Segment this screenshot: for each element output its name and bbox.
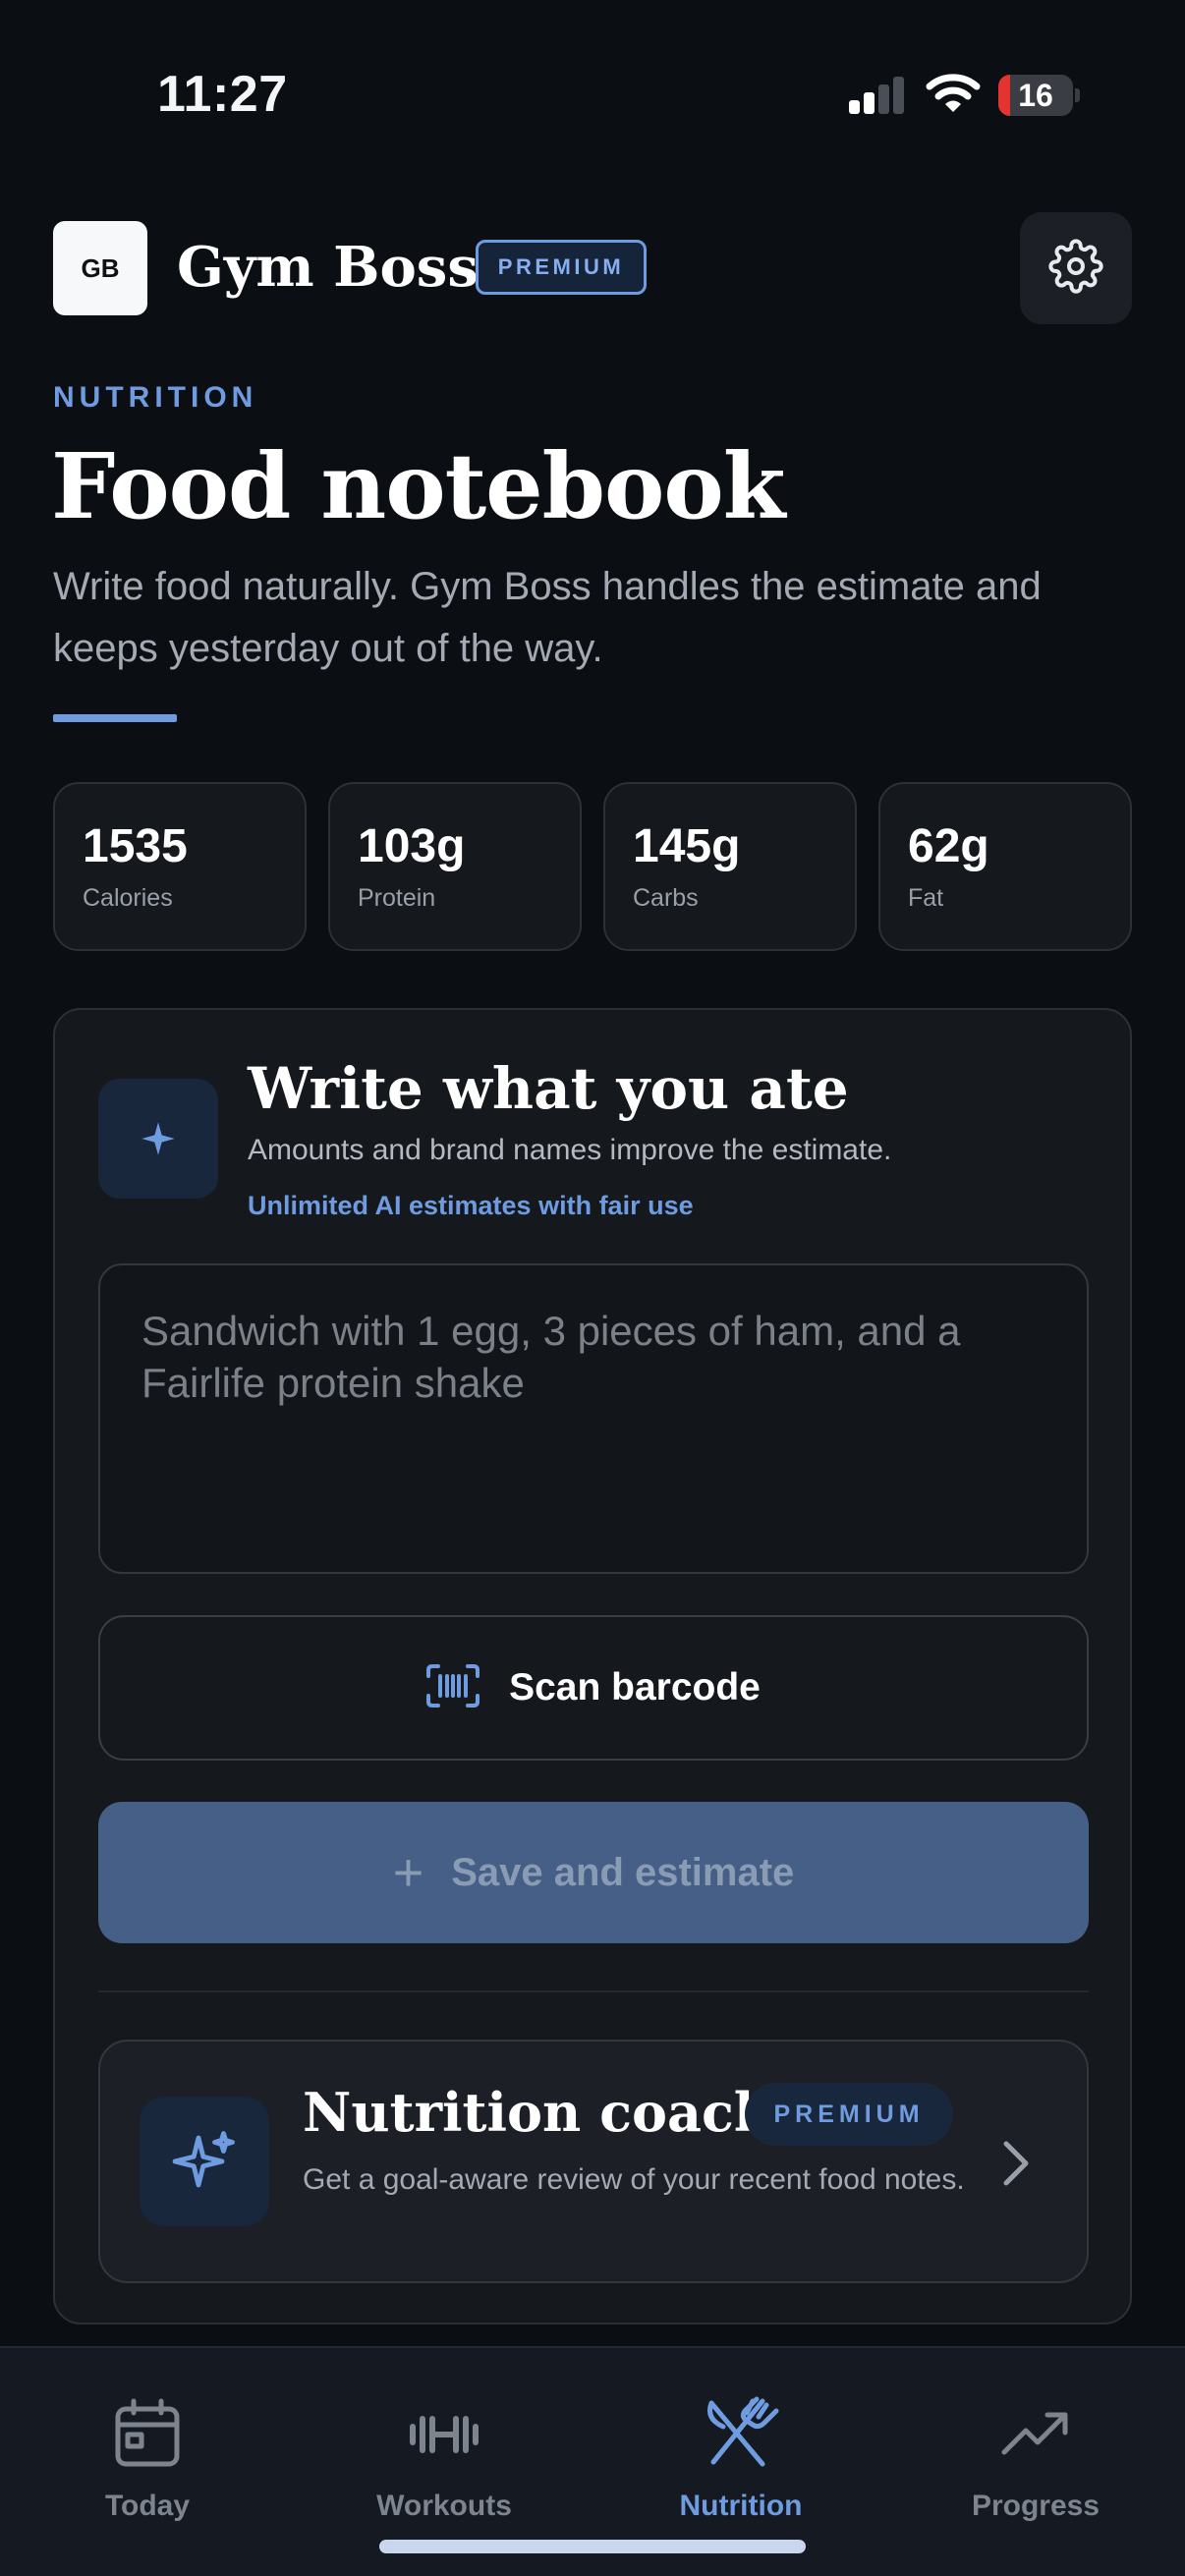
stat-label: Fat bbox=[908, 884, 944, 912]
stat-label: Calories bbox=[83, 884, 173, 912]
sparkles-icon bbox=[140, 2097, 269, 2226]
nutrition-coach-card[interactable]: Nutrition coach PREMIUM Get a goal-aware… bbox=[98, 2040, 1089, 2283]
save-and-estimate-label: Save and estimate bbox=[451, 1850, 795, 1894]
battery-icon: 16 bbox=[998, 75, 1080, 116]
scan-barcode-button[interactable]: Scan barcode bbox=[98, 1615, 1089, 1761]
nav-label: Progress bbox=[971, 2490, 1100, 2522]
food-entry-card: Write what you ate Amounts and brand nam… bbox=[53, 1008, 1132, 2324]
calendar-icon bbox=[108, 2395, 187, 2474]
nav-label: Workouts bbox=[376, 2490, 512, 2522]
stat-card-carbs: 145g Carbs bbox=[603, 782, 857, 951]
accent-divider bbox=[53, 714, 177, 722]
fork-knife-icon bbox=[702, 2395, 780, 2474]
battery-level: 16 bbox=[1018, 78, 1053, 113]
cellular-signal-icon bbox=[849, 77, 906, 114]
status-bar: 11:27 16 bbox=[0, 0, 1185, 192]
card-divider bbox=[98, 1990, 1089, 1992]
app-name: Gym Boss bbox=[177, 235, 479, 300]
home-indicator bbox=[379, 2540, 806, 2553]
chevron-right-icon bbox=[996, 2136, 1036, 2191]
stat-label: Protein bbox=[358, 884, 436, 912]
nav-label: Today bbox=[104, 2490, 191, 2522]
dumbbell-icon bbox=[405, 2395, 483, 2474]
nav-item-workouts[interactable]: Workouts bbox=[326, 2395, 562, 2543]
settings-button[interactable] bbox=[1020, 212, 1132, 324]
entry-description: Amounts and brand names improve the esti… bbox=[248, 1134, 892, 1166]
wifi-icon bbox=[926, 73, 981, 114]
premium-badge: PREMIUM bbox=[476, 240, 647, 295]
scan-barcode-label: Scan barcode bbox=[509, 1666, 761, 1708]
stat-card-protein: 103g Protein bbox=[328, 782, 582, 951]
coach-title: Nutrition coach bbox=[303, 2081, 773, 2144]
nav-item-today[interactable]: Today bbox=[29, 2395, 265, 2543]
stat-value: 62g bbox=[908, 820, 989, 872]
plus-icon: + bbox=[392, 1843, 424, 1902]
fair-use-note: Unlimited AI estimates with fair use bbox=[248, 1191, 694, 1220]
save-and-estimate-button[interactable]: + Save and estimate bbox=[98, 1802, 1089, 1943]
stat-value: 145g bbox=[633, 820, 741, 872]
section-eyebrow: NUTRITION bbox=[53, 381, 258, 414]
barcode-icon bbox=[426, 1663, 480, 1712]
page-title: Food notebook bbox=[51, 433, 785, 539]
status-time: 11:27 bbox=[157, 66, 288, 123]
gear-icon bbox=[1048, 238, 1103, 299]
sparkle-icon bbox=[98, 1079, 218, 1199]
food-entry-input[interactable] bbox=[98, 1263, 1089, 1574]
stat-value: 103g bbox=[358, 820, 466, 872]
stat-label: Carbs bbox=[633, 884, 699, 912]
coach-description: Get a goal-aware review of your recent f… bbox=[303, 2163, 965, 2196]
stat-card-fat: 62g Fat bbox=[878, 782, 1132, 951]
nav-item-progress[interactable]: Progress bbox=[918, 2395, 1154, 2543]
entry-title: Write what you ate bbox=[248, 1055, 849, 1122]
stat-card-calories: 1535 Calories bbox=[53, 782, 307, 951]
stat-value: 1535 bbox=[83, 820, 188, 872]
trending-up-icon bbox=[996, 2395, 1075, 2474]
nav-item-nutrition[interactable]: Nutrition bbox=[623, 2395, 859, 2543]
coach-premium-badge: PREMIUM bbox=[745, 2083, 953, 2146]
nav-label: Nutrition bbox=[679, 2490, 803, 2522]
page-description: Write food naturally. Gym Boss handles t… bbox=[53, 565, 1042, 670]
app-logo: GB bbox=[53, 221, 147, 315]
